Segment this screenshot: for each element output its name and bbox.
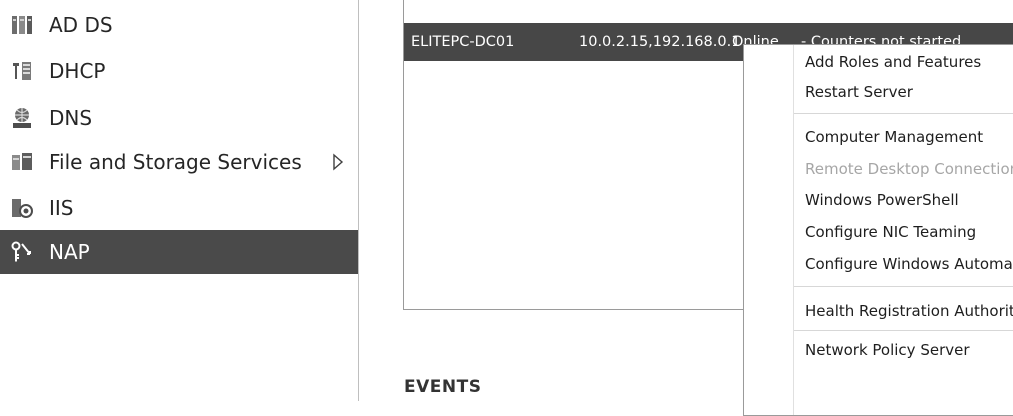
server-name: ELITEPC-DC01 bbox=[411, 34, 515, 50]
nav-item-label: IIS bbox=[49, 196, 74, 220]
nav-item-file-and-storage-services[interactable]: File and Storage Services bbox=[0, 140, 358, 184]
iis-icon bbox=[12, 199, 33, 218]
nav-item-label: File and Storage Services bbox=[49, 150, 302, 174]
nav-item-ad-ds[interactable]: AD DS bbox=[0, 3, 358, 47]
menu-item-label: Network Policy Server bbox=[805, 341, 970, 359]
nav-item-iis[interactable]: IIS bbox=[0, 186, 358, 230]
nav-item-label: AD DS bbox=[49, 13, 113, 37]
server-context-menu: Add Roles and Features Restart Server Co… bbox=[743, 44, 1013, 416]
dhcp-icon bbox=[13, 62, 31, 80]
menu-item-add-roles-and-features[interactable]: Add Roles and Features bbox=[794, 47, 1013, 77]
menu-item-network-policy-server[interactable]: Network Policy Server bbox=[794, 335, 1013, 365]
menu-item-health-registration-authority[interactable]: Health Registration Authority bbox=[794, 296, 1013, 326]
events-heading: EVENTS bbox=[404, 377, 482, 397]
ad-ds-icon bbox=[12, 16, 32, 34]
nav-item-dns[interactable]: DNS bbox=[0, 96, 358, 140]
menu-item-label: Computer Management bbox=[805, 128, 984, 146]
menu-item-label: Configure Windows Automatic Feedback bbox=[805, 255, 1013, 273]
menu-separator bbox=[794, 113, 1013, 114]
menu-item-label: Configure NIC Teaming bbox=[805, 223, 977, 241]
menu-item-label: Windows PowerShell bbox=[805, 191, 959, 209]
roles-navigation-panel: AD DS DHCP DNS File and Storage Services bbox=[0, 0, 358, 401]
nav-item-label: DHCP bbox=[49, 59, 106, 83]
menu-item-configure-nic-teaming[interactable]: Configure NIC Teaming bbox=[794, 217, 1013, 247]
menu-separator bbox=[794, 286, 1013, 287]
menu-item-label: Restart Server bbox=[805, 83, 913, 101]
chevron-right-icon[interactable] bbox=[331, 153, 345, 171]
menu-item-windows-powershell[interactable]: Windows PowerShell bbox=[794, 185, 1013, 215]
menu-item-label: Add Roles and Features bbox=[805, 53, 982, 71]
nav-item-label: NAP bbox=[49, 240, 90, 264]
menu-item-configure-windows-automatic-feedback[interactable]: Configure Windows Automatic Feedback bbox=[794, 249, 1013, 279]
menu-separator bbox=[794, 330, 1013, 331]
menu-item-label: Health Registration Authority bbox=[805, 302, 1013, 320]
nap-icon bbox=[11, 241, 31, 262]
dns-icon bbox=[13, 108, 31, 128]
server-ip-address: 10.0.2.15,192.168.0.1 bbox=[579, 34, 741, 50]
nav-item-nap[interactable]: NAP bbox=[0, 230, 358, 274]
nav-item-label: DNS bbox=[49, 106, 93, 130]
menu-item-remote-desktop-connection: Remote Desktop Connection bbox=[794, 154, 1013, 184]
panel-divider bbox=[358, 0, 359, 401]
file-storage-icon bbox=[12, 153, 32, 170]
menu-item-restart-server[interactable]: Restart Server bbox=[794, 77, 1013, 107]
menu-item-label: Remote Desktop Connection bbox=[805, 160, 1013, 178]
nav-item-dhcp[interactable]: DHCP bbox=[0, 49, 358, 93]
menu-item-computer-management[interactable]: Computer Management bbox=[794, 122, 1013, 152]
